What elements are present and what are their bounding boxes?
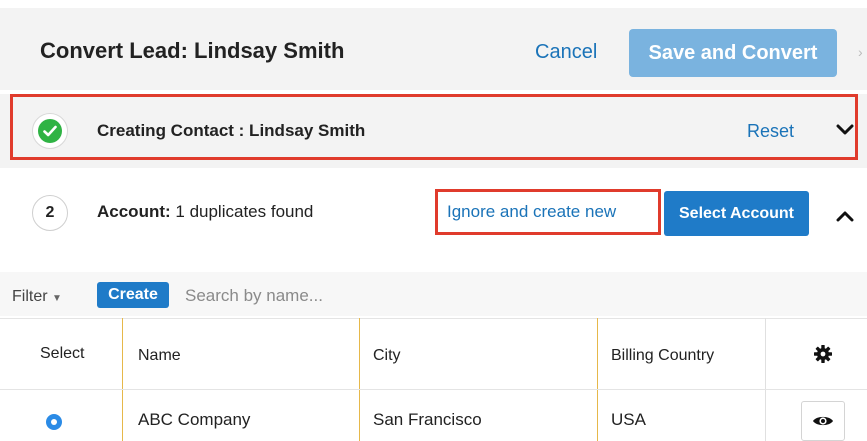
contact-step-label: Creating Contact : Lindsay Smith bbox=[97, 121, 366, 140]
page-title: Convert Lead: Lindsay Smith bbox=[40, 38, 345, 63]
create-button[interactable]: Create bbox=[97, 282, 169, 308]
cell-billing-country: USA bbox=[611, 410, 646, 429]
header-row-border bbox=[0, 389, 867, 390]
column-divider bbox=[359, 318, 360, 441]
chevron-up-icon[interactable] bbox=[836, 206, 854, 227]
cancel-button[interactable]: Cancel bbox=[535, 41, 597, 64]
row-select-radio[interactable] bbox=[46, 414, 62, 430]
filter-label: Filter bbox=[12, 288, 48, 305]
gear-icon[interactable] bbox=[813, 344, 833, 369]
column-divider bbox=[765, 318, 766, 441]
column-header-city[interactable]: City bbox=[373, 347, 401, 365]
table-top-border bbox=[0, 318, 867, 319]
preview-button[interactable] bbox=[801, 401, 845, 441]
check-icon bbox=[38, 119, 62, 143]
reset-button[interactable]: Reset bbox=[747, 121, 794, 142]
radio-selected-dot bbox=[51, 419, 57, 425]
search-input[interactable] bbox=[185, 283, 485, 309]
chevron-down-icon[interactable] bbox=[836, 120, 854, 141]
header-top-edge bbox=[0, 0, 867, 8]
column-header-select: Select bbox=[40, 345, 85, 362]
column-divider bbox=[597, 318, 598, 441]
step-number-badge: 2 bbox=[32, 195, 68, 231]
cell-name: ABC Company bbox=[138, 410, 251, 429]
select-account-button[interactable]: Select Account bbox=[664, 191, 809, 236]
ignore-and-create-new-link[interactable]: Ignore and create new bbox=[447, 202, 616, 222]
column-header-billing-country[interactable]: Billing Country bbox=[611, 347, 714, 365]
eye-icon bbox=[813, 416, 833, 426]
step-number: 2 bbox=[45, 204, 55, 221]
column-header-name[interactable]: Name bbox=[138, 347, 181, 365]
account-label-bold: Account: bbox=[97, 202, 171, 221]
account-duplicates-text: 1 duplicates found bbox=[170, 202, 314, 221]
save-and-convert-button[interactable]: Save and Convert bbox=[629, 29, 837, 77]
account-step-label: Account: 1 duplicates found bbox=[97, 202, 313, 222]
column-divider bbox=[122, 318, 123, 441]
caret-down-icon: ▼ bbox=[52, 293, 62, 304]
cell-city: San Francisco bbox=[373, 410, 482, 429]
close-icon[interactable]: › bbox=[858, 44, 863, 60]
filter-dropdown[interactable]: Filter ▼ bbox=[12, 288, 62, 306]
